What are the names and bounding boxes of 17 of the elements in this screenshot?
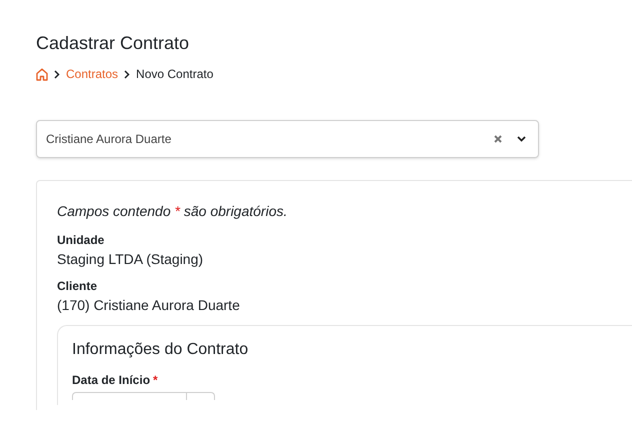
clear-icon[interactable] <box>494 135 502 143</box>
page-title: Cadastrar Contrato <box>36 32 190 54</box>
field-value: (170) Cristiane Aurora Duarte <box>57 296 241 314</box>
required-fields-note: Campos contendo * são obrigatórios. <box>57 202 288 220</box>
field-value: Staging LTDA (Staging) <box>57 250 204 268</box>
required-mark: * <box>153 373 158 387</box>
chevron-down-icon[interactable] <box>517 136 526 142</box>
client-select[interactable]: Cristiane Aurora Duarte <box>36 120 539 158</box>
section-title: Informações do Contrato <box>72 340 250 360</box>
field-label: Unidade <box>57 232 106 248</box>
chevron-right-icon <box>54 70 60 78</box>
chevron-right-icon <box>124 70 130 78</box>
date-input-field[interactable] <box>72 392 215 400</box>
breadcrumb-current: Novo Contrato <box>136 66 214 83</box>
field-label: Data de Início * <box>72 372 159 388</box>
field-label: Cliente <box>57 278 98 294</box>
home-icon[interactable] <box>36 68 48 80</box>
